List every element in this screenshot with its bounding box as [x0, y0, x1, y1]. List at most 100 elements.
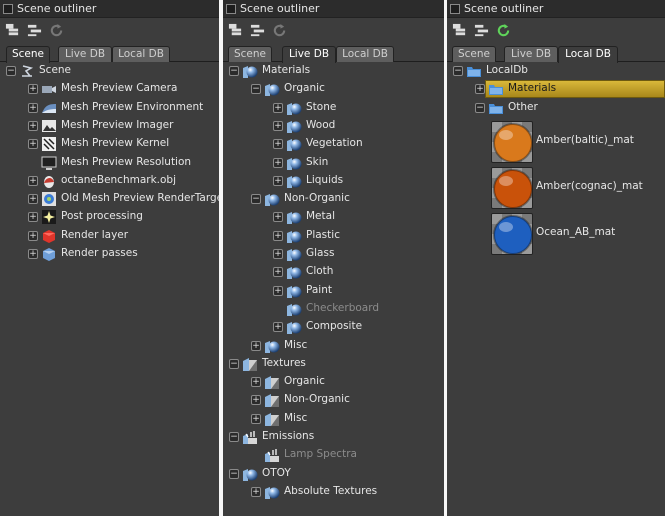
- tree-item[interactable]: − Scene: [0, 62, 219, 80]
- tree-item[interactable]: + Plastic: [223, 227, 444, 245]
- panel-menu-icon[interactable]: [226, 3, 236, 14]
- collapse-tree-button[interactable]: [473, 22, 489, 38]
- tab-scene[interactable]: Scene: [6, 46, 50, 63]
- material-item[interactable]: Amber(baltic)_mat: [447, 120, 665, 165]
- collapse-tree-button[interactable]: [249, 22, 265, 38]
- panel-menu-icon[interactable]: [450, 3, 460, 14]
- expand-tree-button[interactable]: [4, 22, 20, 38]
- tree-item[interactable]: + Skin: [223, 154, 444, 172]
- tab-scene[interactable]: Scene: [228, 46, 272, 62]
- expand-toggle[interactable]: +: [251, 377, 261, 388]
- expand-toggle[interactable]: +: [251, 486, 261, 497]
- tree-item[interactable]: + Render passes: [0, 245, 219, 263]
- tree-item[interactable]: + Misc: [223, 337, 444, 355]
- tab-scene[interactable]: Scene: [452, 46, 496, 62]
- expand-toggle[interactable]: +: [273, 249, 283, 259]
- tab-live-db[interactable]: Live DB: [58, 46, 112, 62]
- tree-item[interactable]: − Textures: [223, 355, 444, 373]
- tree-item[interactable]: + Stone: [223, 99, 444, 117]
- refresh-button[interactable]: [495, 22, 511, 38]
- expand-toggle[interactable]: +: [273, 120, 283, 131]
- tree-item[interactable]: + Glass: [223, 245, 444, 263]
- tree-item[interactable]: + Mesh Preview Camera: [0, 80, 219, 98]
- tree-item[interactable]: + Paint: [223, 282, 444, 300]
- tree-item[interactable]: + Absolute Textures: [223, 483, 444, 501]
- expand-toggle[interactable]: +: [28, 102, 38, 113]
- tree-item[interactable]: + Mesh Preview Kernel: [0, 135, 219, 153]
- tab-local-db[interactable]: Local DB: [336, 46, 394, 62]
- tree-item[interactable]: − OTOY: [223, 465, 444, 483]
- tree-item[interactable]: − Organic: [223, 80, 444, 98]
- tree-item[interactable]: + Materials: [447, 80, 665, 99]
- expand-toggle[interactable]: +: [28, 194, 38, 205]
- tree-item[interactable]: + Organic: [223, 373, 444, 391]
- collapse-tree-button[interactable]: [26, 22, 42, 38]
- expand-toggle[interactable]: +: [273, 102, 283, 113]
- material-item[interactable]: Ocean_AB_mat: [447, 212, 665, 257]
- expand-toggle[interactable]: +: [273, 285, 283, 296]
- refresh-button[interactable]: [271, 22, 287, 38]
- expand-toggle[interactable]: +: [273, 175, 283, 186]
- collapse-toggle[interactable]: −: [229, 66, 239, 76]
- tree-item[interactable]: + Mesh Preview Environment: [0, 99, 219, 117]
- expand-toggle[interactable]: +: [273, 212, 283, 223]
- tab-local-db[interactable]: Local DB: [558, 46, 618, 63]
- tree-item[interactable]: + Misc: [223, 410, 444, 428]
- tree-item[interactable]: − Other: [447, 99, 665, 117]
- expand-toggle[interactable]: +: [251, 340, 261, 351]
- tree-item[interactable]: Lamp Spectra: [223, 446, 444, 464]
- tree-item[interactable]: + octaneBenchmark.obj: [0, 172, 219, 190]
- collapse-toggle[interactable]: −: [229, 432, 239, 442]
- collapse-toggle[interactable]: −: [229, 468, 239, 479]
- tree-item[interactable]: + Render layer: [0, 227, 219, 245]
- panel-titlebar[interactable]: Scene outliner: [0, 0, 219, 18]
- expand-toggle[interactable]: +: [28, 230, 38, 241]
- panel-titlebar[interactable]: Scene outliner: [447, 0, 665, 18]
- expand-toggle[interactable]: +: [273, 139, 283, 150]
- expand-toggle[interactable]: +: [28, 212, 38, 223]
- tree-item[interactable]: + Old Mesh Preview RenderTarget: [0, 190, 219, 208]
- expand-toggle[interactable]: +: [273, 322, 283, 333]
- tree-item[interactable]: − Non-Organic: [223, 190, 444, 208]
- tree-item[interactable]: Mesh Preview Resolution: [0, 154, 219, 172]
- expand-tree-button[interactable]: [451, 22, 467, 38]
- tab-live-db[interactable]: Live DB: [504, 46, 558, 62]
- expand-toggle[interactable]: +: [251, 395, 261, 406]
- expand-toggle[interactable]: +: [28, 120, 38, 131]
- expand-toggle[interactable]: +: [273, 267, 283, 278]
- expand-toggle[interactable]: +: [475, 84, 485, 95]
- expand-toggle[interactable]: +: [28, 175, 38, 186]
- tree-item[interactable]: − Materials: [223, 62, 444, 80]
- tree-item[interactable]: Checkerboard: [223, 300, 444, 318]
- tree-item[interactable]: + Post processing: [0, 208, 219, 226]
- tree-item[interactable]: + Cloth: [223, 263, 444, 281]
- collapse-toggle[interactable]: −: [251, 194, 261, 205]
- expand-toggle[interactable]: +: [28, 249, 38, 259]
- panel-menu-icon[interactable]: [3, 3, 13, 14]
- collapse-toggle[interactable]: −: [229, 358, 239, 369]
- tab-live-db[interactable]: Live DB: [282, 46, 336, 63]
- expand-tree-button[interactable]: [227, 22, 243, 38]
- collapse-toggle[interactable]: −: [475, 102, 485, 113]
- expand-toggle[interactable]: +: [28, 84, 38, 95]
- tree-item[interactable]: − Emissions: [223, 428, 444, 446]
- tree-item[interactable]: + Metal: [223, 208, 444, 226]
- tree-item[interactable]: − LocalDb: [447, 62, 665, 80]
- panel-titlebar[interactable]: Scene outliner: [223, 0, 444, 18]
- tab-local-db[interactable]: Local DB: [112, 46, 170, 62]
- tree-item[interactable]: + Liquids: [223, 172, 444, 190]
- refresh-button[interactable]: [48, 22, 64, 38]
- expand-toggle[interactable]: +: [273, 157, 283, 168]
- tree-item[interactable]: + Mesh Preview Imager: [0, 117, 219, 135]
- material-item[interactable]: Amber(cognac)_mat: [447, 166, 665, 211]
- tree-item[interactable]: + Vegetation: [223, 135, 444, 153]
- expand-toggle[interactable]: +: [28, 139, 38, 150]
- tree-item[interactable]: + Composite: [223, 318, 444, 336]
- expand-toggle[interactable]: +: [273, 230, 283, 241]
- tree-item[interactable]: + Non-Organic: [223, 391, 444, 409]
- collapse-toggle[interactable]: −: [453, 66, 463, 76]
- collapse-toggle[interactable]: −: [6, 66, 16, 76]
- expand-toggle[interactable]: +: [251, 413, 261, 424]
- tree-item[interactable]: + Wood: [223, 117, 444, 135]
- collapse-toggle[interactable]: −: [251, 84, 261, 95]
